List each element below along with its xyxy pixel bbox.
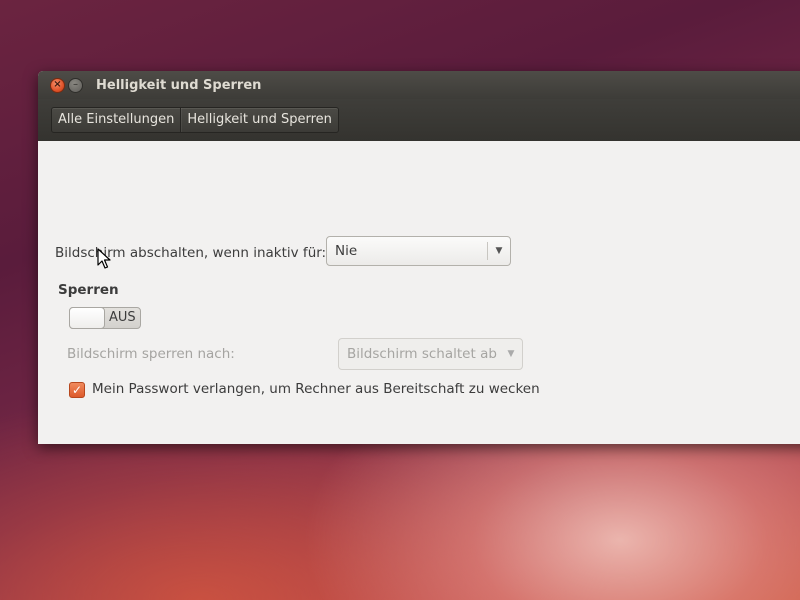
- minimize-icon: –: [73, 79, 78, 90]
- lock-heading: Sperren: [58, 282, 119, 298]
- screen-off-dropdown[interactable]: Nie ▼: [326, 236, 511, 266]
- chevron-down-icon: ▼: [507, 349, 515, 359]
- chevron-down-icon: ▼: [495, 246, 503, 256]
- require-password-checkbox[interactable]: ✓: [69, 382, 85, 398]
- screen-off-value: Nie: [335, 243, 358, 259]
- minimize-window-button[interactable]: –: [68, 77, 83, 93]
- switch-state-label: AUS: [109, 310, 136, 325]
- mouse-pointer-icon: [97, 248, 111, 269]
- lock-after-label: Bildschirm sperren nach:: [67, 346, 235, 362]
- settings-window: × – Helligkeit und Sperren Alle Einstell…: [38, 71, 800, 444]
- switch-knob[interactable]: [69, 307, 105, 329]
- require-password-label[interactable]: Mein Passwort verlangen, um Rechner aus …: [92, 381, 540, 397]
- lock-after-dropdown[interactable]: Bildschirm schaltet ab ▼: [338, 338, 523, 370]
- lock-toggle-switch[interactable]: AUS: [69, 307, 141, 329]
- breadcrumb: Alle Einstellungen Helligkeit und Sperre…: [51, 107, 339, 133]
- window-title: Helligkeit und Sperren: [96, 77, 262, 93]
- lock-after-value: Bildschirm schaltet ab: [347, 346, 497, 362]
- settings-content: Bildschirm abschalten, wenn inaktiv für:…: [38, 141, 800, 444]
- screen-off-label: Bildschirm abschalten, wenn inaktiv für:: [55, 245, 327, 261]
- toolbar: Alle Einstellungen Helligkeit und Sperre…: [38, 99, 800, 141]
- close-icon: ×: [53, 79, 62, 90]
- checkmark-icon: ✓: [71, 383, 83, 397]
- breadcrumb-brightness-lock[interactable]: Helligkeit und Sperren: [180, 108, 338, 132]
- close-window-button[interactable]: ×: [50, 77, 65, 93]
- title-bar: × – Helligkeit und Sperren: [38, 71, 800, 99]
- breadcrumb-all-settings[interactable]: Alle Einstellungen: [52, 108, 180, 132]
